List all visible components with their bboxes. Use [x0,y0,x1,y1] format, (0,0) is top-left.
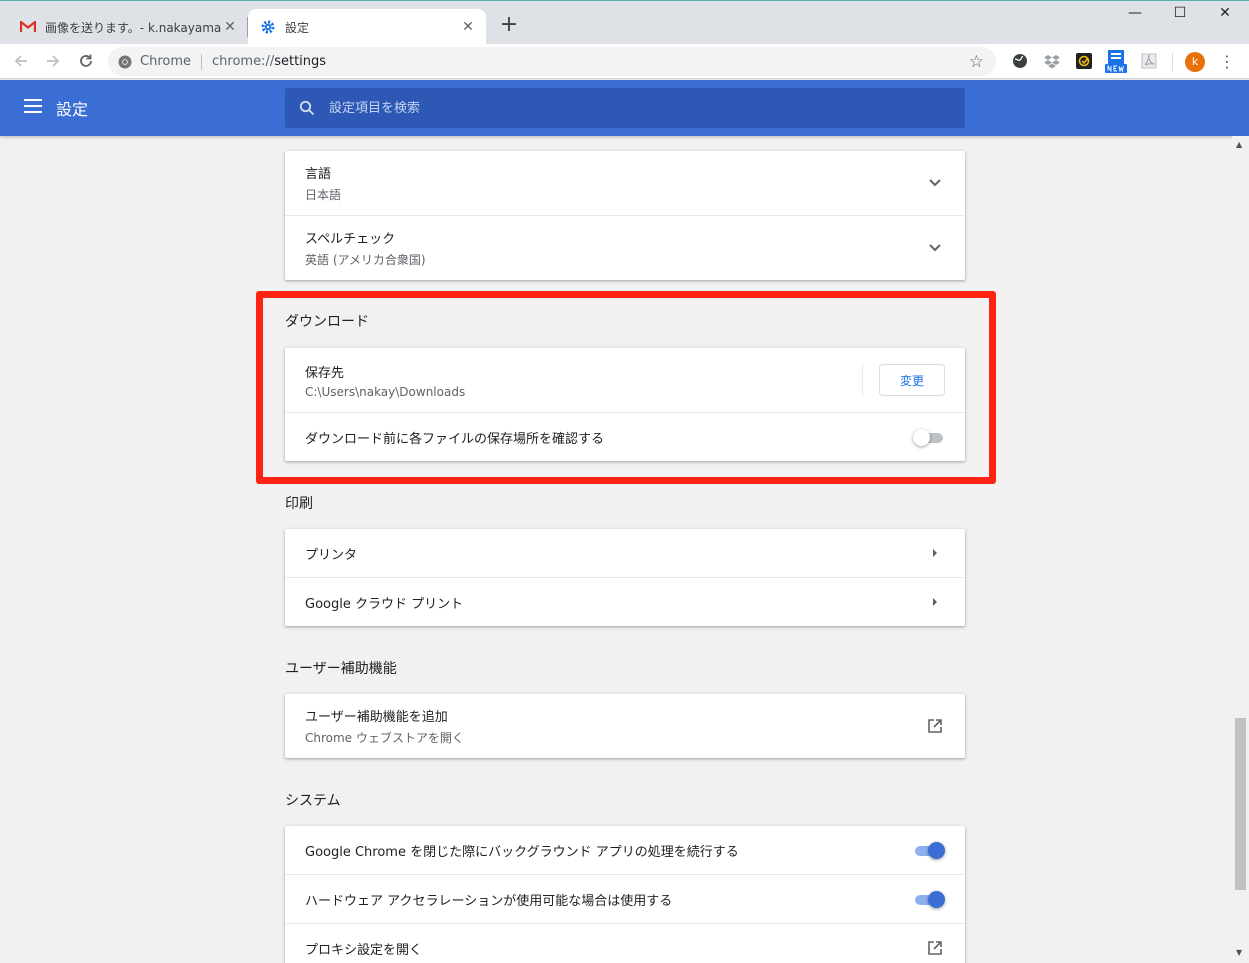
spellcheck-value: 英語 (アメリカ合衆国) [305,253,426,267]
system-section-title: システム [285,793,341,809]
printing-card: プリンタ Google クラウド プリント [285,529,965,626]
languages-card: 言語 日本語 スペルチェック 英語 (アメリカ合衆国) [285,151,965,280]
close-window-button[interactable]: ✕ [1202,5,1248,27]
search-icon [299,100,315,116]
hardware-acceleration-label: ハードウェア アクセラレーションが使用可能な場合は使用する [305,893,673,909]
omnibox-chip: Chrome [140,54,191,69]
page-scrollbar[interactable]: ▲ ▼ [1232,136,1249,963]
minimize-button[interactable]: — [1112,5,1158,27]
url-host: settings [274,54,327,69]
printers-row[interactable]: プリンタ [285,529,965,577]
omnibox-url[interactable]: chrome://settings [212,54,326,69]
tab-title: 画像を送ります。- k.nakayama011 [45,20,222,35]
omnibox[interactable]: Chrome chrome://settings ☆ [108,47,996,76]
settings-gear-icon [260,19,276,35]
gmail-icon [20,19,36,35]
scroll-up-arrow-icon[interactable]: ▲ [1236,140,1242,149]
spellcheck-label: スペルチェック [305,232,396,247]
back-arrow-icon [14,55,27,67]
background-apps-row[interactable]: Google Chrome を閉じた際にバックグラウンド アプリの処理を続行する [285,826,965,874]
background-apps-toggle[interactable] [913,840,945,860]
scrollbar-thumb[interactable] [1235,718,1246,890]
settings-search[interactable] [285,88,965,128]
more-menu-icon[interactable]: ⋮ [1218,52,1236,72]
tab-title: 設定 [285,20,310,35]
tab-gmail[interactable]: 画像を送ります。- k.nakayama011 ✕ [0,9,248,45]
spellcheck-row[interactable]: スペルチェック 英語 (アメリカ合衆国) [285,215,965,280]
add-accessibility-sub: Chrome ウェブストアを開く [305,731,464,745]
chevron-down-icon[interactable] [925,238,945,258]
back-button[interactable] [10,50,32,72]
tab-strip: 画像を送ります。- k.nakayama011 ✕ 設定 ✕ + — ☐ ✕ [0,0,1249,45]
language-value: 日本語 [305,188,342,202]
url-scheme: chrome:// [212,54,275,69]
arrow-right-icon [925,543,945,563]
accessibility-section-title: ユーザー補助機能 [285,661,397,677]
pdf-extension-icon[interactable] [1140,52,1158,70]
search-input[interactable] [329,100,929,116]
open-in-new-icon[interactable] [925,716,945,736]
proxy-settings-row[interactable]: プロキシ設定を開く [285,923,965,963]
system-card: Google Chrome を閉じた際にバックグラウンド アプリの処理を続行する… [285,826,965,963]
dropbox-extension-icon[interactable] [1043,52,1061,70]
add-accessibility-row[interactable]: ユーザー補助機能を追加 Chrome ウェブストアを開く [285,694,965,758]
target-extension-icon[interactable] [1075,52,1093,70]
globe-extension-icon[interactable] [1011,52,1029,70]
close-tab-icon[interactable]: ✕ [460,19,476,35]
settings-header: 設定 [0,80,1249,136]
cloud-print-row[interactable]: Google クラウド プリント [285,577,965,626]
language-row[interactable]: 言語 日本語 [285,151,965,215]
bookmark-star-icon[interactable]: ☆ [969,52,984,72]
close-tab-icon[interactable]: ✕ [222,19,238,35]
hardware-acceleration-toggle[interactable] [913,889,945,909]
new-badge-extension-icon[interactable] [1105,50,1127,74]
page-title: 設定 [56,100,89,119]
chevron-down-icon[interactable] [925,173,945,193]
language-label: 言語 [305,167,332,182]
forward-button[interactable] [42,50,64,72]
chrome-logo-icon [118,55,132,68]
cloud-print-label: Google クラウド プリント [305,596,464,612]
printing-section-title: 印刷 [285,496,313,512]
browser-toolbar: Chrome chrome://settings ☆ k ⋮ [0,44,1249,79]
arrow-right-icon [925,592,945,612]
toolbar-divider [1172,53,1173,71]
scroll-down-arrow-icon[interactable]: ▼ [1236,948,1242,957]
new-tab-button[interactable]: + [498,14,520,37]
tab-settings[interactable]: 設定 ✕ [248,9,486,45]
hamburger-menu-icon[interactable] [24,99,42,117]
reload-icon [80,54,92,67]
open-in-new-icon[interactable] [925,938,945,958]
forward-arrow-icon [47,55,60,67]
proxy-settings-label: プロキシ設定を開く [305,942,423,958]
hardware-acceleration-row[interactable]: ハードウェア アクセラレーションが使用可能な場合は使用する [285,874,965,923]
maximize-button[interactable]: ☐ [1157,5,1203,27]
accessibility-card: ユーザー補助機能を追加 Chrome ウェブストアを開く [285,694,965,758]
reload-button[interactable] [75,50,97,72]
background-apps-label: Google Chrome を閉じた際にバックグラウンド アプリの処理を続行する [305,844,739,860]
printers-label: プリンタ [305,547,358,563]
add-accessibility-label: ユーザー補助機能を追加 [305,710,448,725]
red-highlight-box [256,291,996,484]
omnibox-divider [201,53,202,70]
profile-avatar[interactable]: k [1185,52,1205,72]
